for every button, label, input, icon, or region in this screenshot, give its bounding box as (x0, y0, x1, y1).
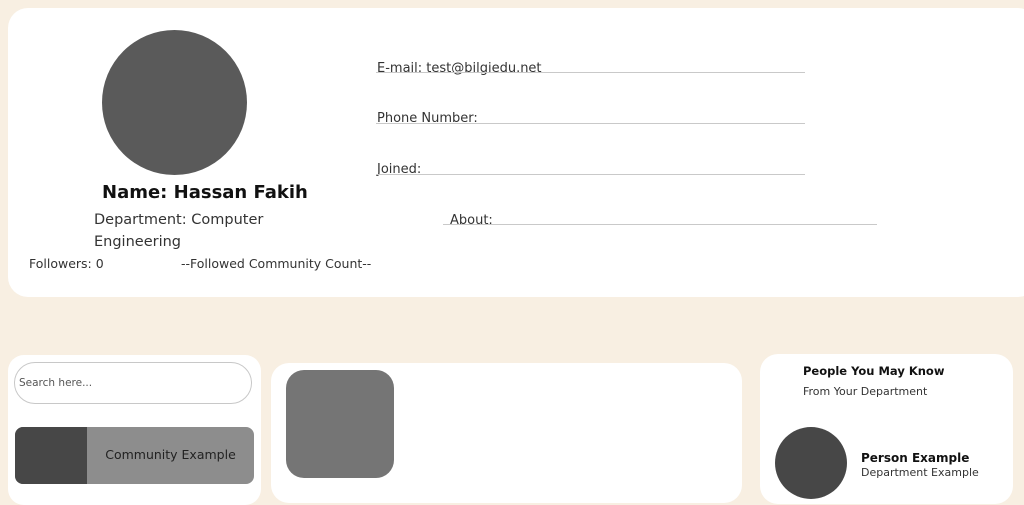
about-field: About: (450, 213, 493, 228)
post-image[interactable] (286, 370, 394, 478)
people-subtitle: From Your Department (803, 385, 928, 398)
profile-name: Name: Hassan Fakih (102, 182, 308, 203)
people-title: People You May Know (803, 364, 945, 378)
search-input[interactable] (14, 362, 252, 404)
phone-underline (376, 123, 805, 124)
about-underline (443, 224, 877, 225)
person-avatar[interactable] (775, 427, 847, 499)
email-field: E-mail: test@bilgiedu.net (377, 61, 542, 76)
community-item[interactable]: Community Example (15, 427, 254, 484)
community-thumbnail (15, 427, 87, 484)
email-underline (376, 72, 805, 73)
community-label: Community Example (105, 447, 236, 462)
person-name[interactable]: Person Example (861, 451, 969, 465)
joined-underline (376, 174, 805, 175)
profile-department: Department: Computer Engineering (94, 212, 264, 250)
followers-count[interactable]: Followers: 0 (29, 256, 104, 271)
followed-community-count[interactable]: --Followed Community Count-- (181, 256, 371, 271)
profile-avatar[interactable] (102, 30, 247, 175)
person-department: Department Example (861, 466, 979, 479)
